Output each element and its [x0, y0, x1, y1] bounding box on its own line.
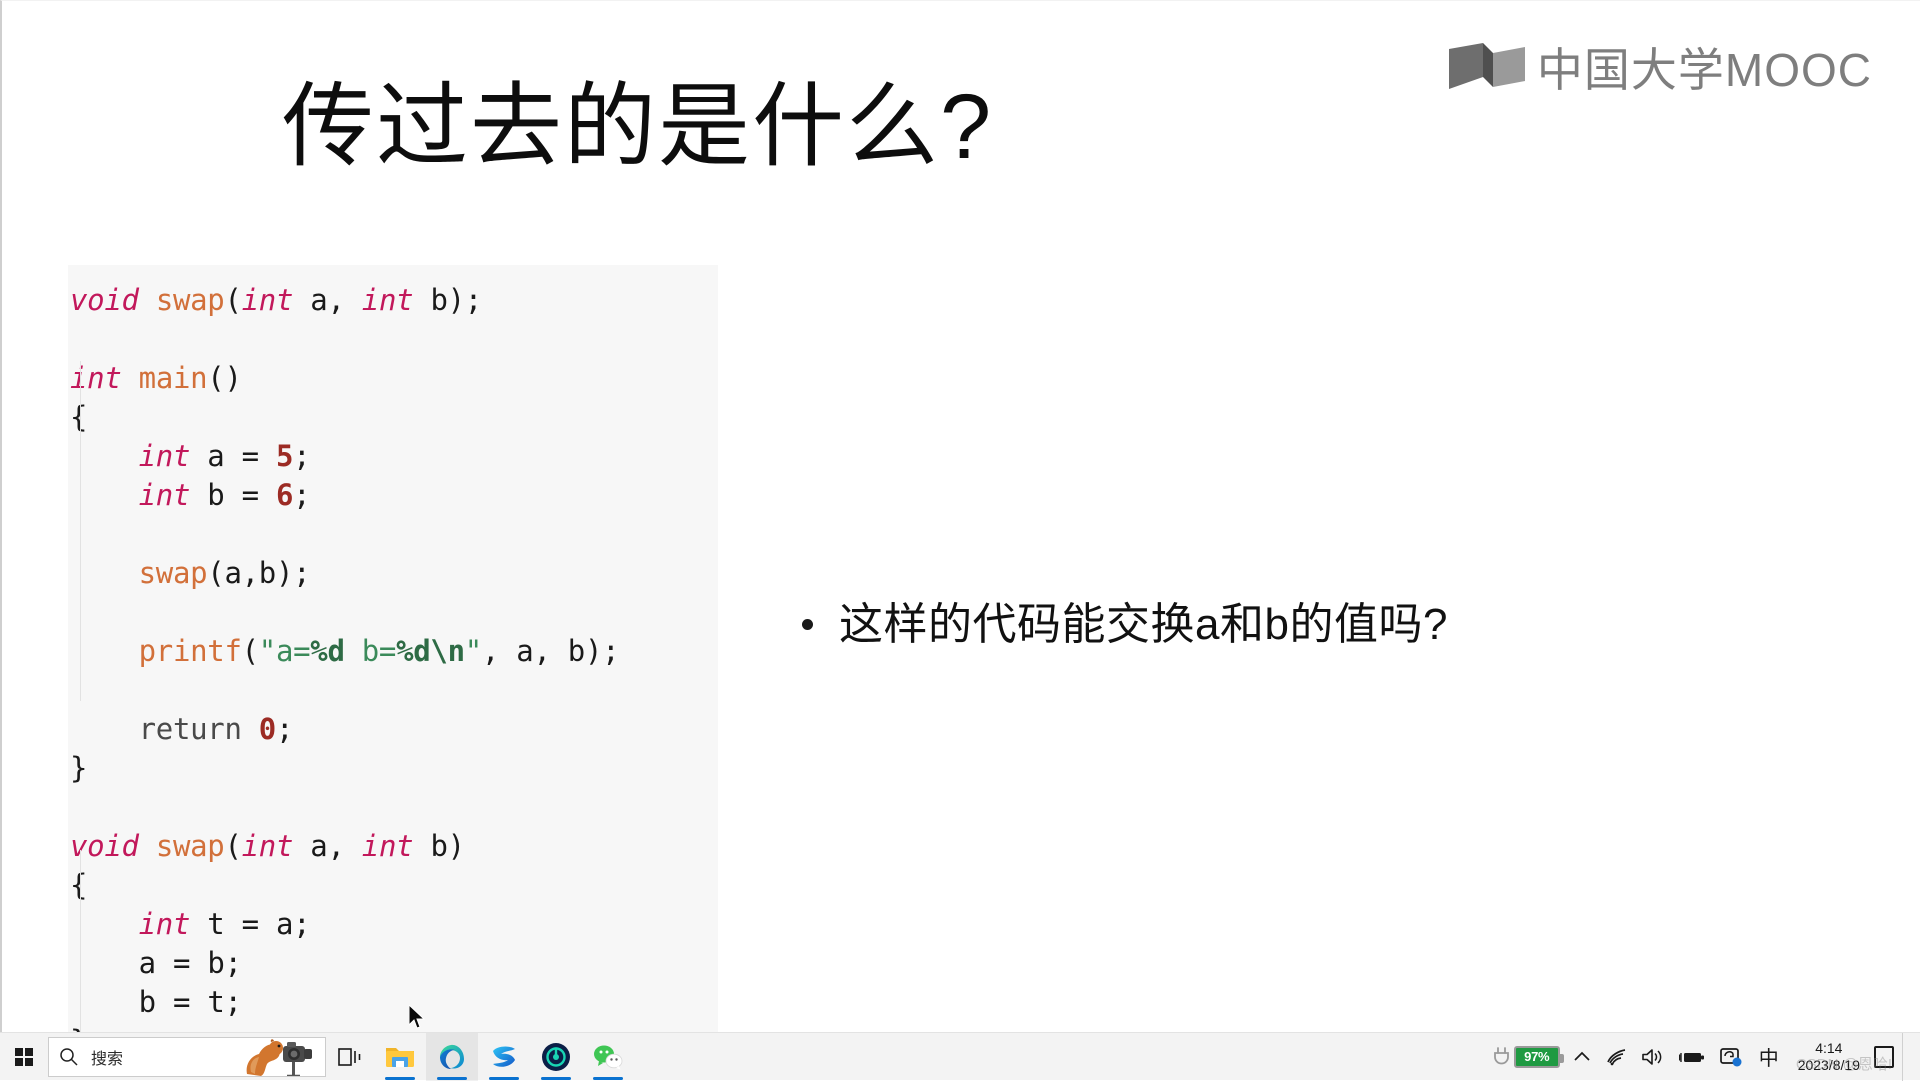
code-listing: void swap(int a, int b); int main() { in… [68, 281, 718, 1032]
clock-button[interactable]: 4:14 2023/8/19 [1788, 1033, 1870, 1081]
folder-icon [385, 1044, 415, 1070]
microsoft-edge-button[interactable] [426, 1033, 478, 1081]
onedrive-sync-icon [1719, 1046, 1743, 1068]
chevron-up-icon [1573, 1050, 1591, 1064]
ime-language-button[interactable]: 中 [1750, 1033, 1788, 1081]
mooc-logo-text: 中国大学MOOC [1537, 47, 1872, 93]
wechat-button[interactable] [582, 1033, 634, 1081]
slide-title: 传过去的是什么? [282, 79, 993, 176]
power-plug-icon [1492, 1046, 1512, 1068]
browser-z-icon [489, 1042, 519, 1072]
search-placeholder: 搜索 [91, 1045, 123, 1069]
wifi-icon [1605, 1048, 1627, 1066]
windows-logo-icon [15, 1048, 33, 1066]
mooc-logo: 中国大学MOOC [1449, 43, 1872, 97]
code-block: void swap(int a, int b); int main() { in… [68, 265, 718, 1032]
open-book-mark-icon [1449, 43, 1525, 97]
code-indent-guide [80, 361, 81, 701]
system-tray: 97% [1486, 1033, 1920, 1081]
bullet-dot-icon [802, 619, 813, 630]
battery-meter-button[interactable] [1672, 1033, 1712, 1081]
code-indent-guide-2 [80, 850, 81, 1032]
task-view-icon [338, 1046, 362, 1068]
bullet-item-label: 这样的代码能交换a和b的值吗? [839, 599, 1448, 652]
battery-percent-label: 97% [1524, 1049, 1549, 1064]
wechat-icon [593, 1044, 623, 1070]
squirrel-camera-illustration-icon [243, 1037, 321, 1077]
battery-icon: 97% [1514, 1046, 1560, 1068]
volume-button[interactable] [1634, 1033, 1672, 1081]
bullet-item: 这样的代码能交换a和b的值吗? [802, 599, 1448, 652]
action-center-button[interactable] [1874, 1046, 1894, 1068]
clock-date: 2023/8/19 [1798, 1057, 1860, 1074]
search-input[interactable]: 搜索 [48, 1037, 326, 1077]
task-view-button[interactable] [326, 1033, 374, 1081]
speaker-icon [1641, 1047, 1665, 1067]
teal-app-button[interactable] [530, 1033, 582, 1081]
show-desktop-button[interactable] [1902, 1033, 1910, 1081]
battery-icon [1679, 1048, 1705, 1066]
taskbar: 搜索 [0, 1032, 1920, 1080]
browser-z-button[interactable] [478, 1033, 530, 1081]
file-explorer-button[interactable] [374, 1033, 426, 1081]
search-icon [59, 1047, 79, 1067]
battery-status-button[interactable]: 97% [1486, 1046, 1566, 1068]
taskbar-left-group: 搜索 [0, 1033, 634, 1081]
teal-circle-app-icon [541, 1042, 571, 1072]
start-button[interactable] [0, 1033, 48, 1081]
onedrive-button[interactable] [1712, 1033, 1750, 1081]
edge-icon [437, 1042, 467, 1072]
presentation-slide: 中国大学MOOC 传过去的是什么? void swap(int a, int b… [0, 0, 1920, 1032]
tray-overflow-button[interactable] [1566, 1033, 1598, 1081]
clock-time: 4:14 [1815, 1040, 1842, 1057]
network-button[interactable] [1598, 1033, 1634, 1081]
